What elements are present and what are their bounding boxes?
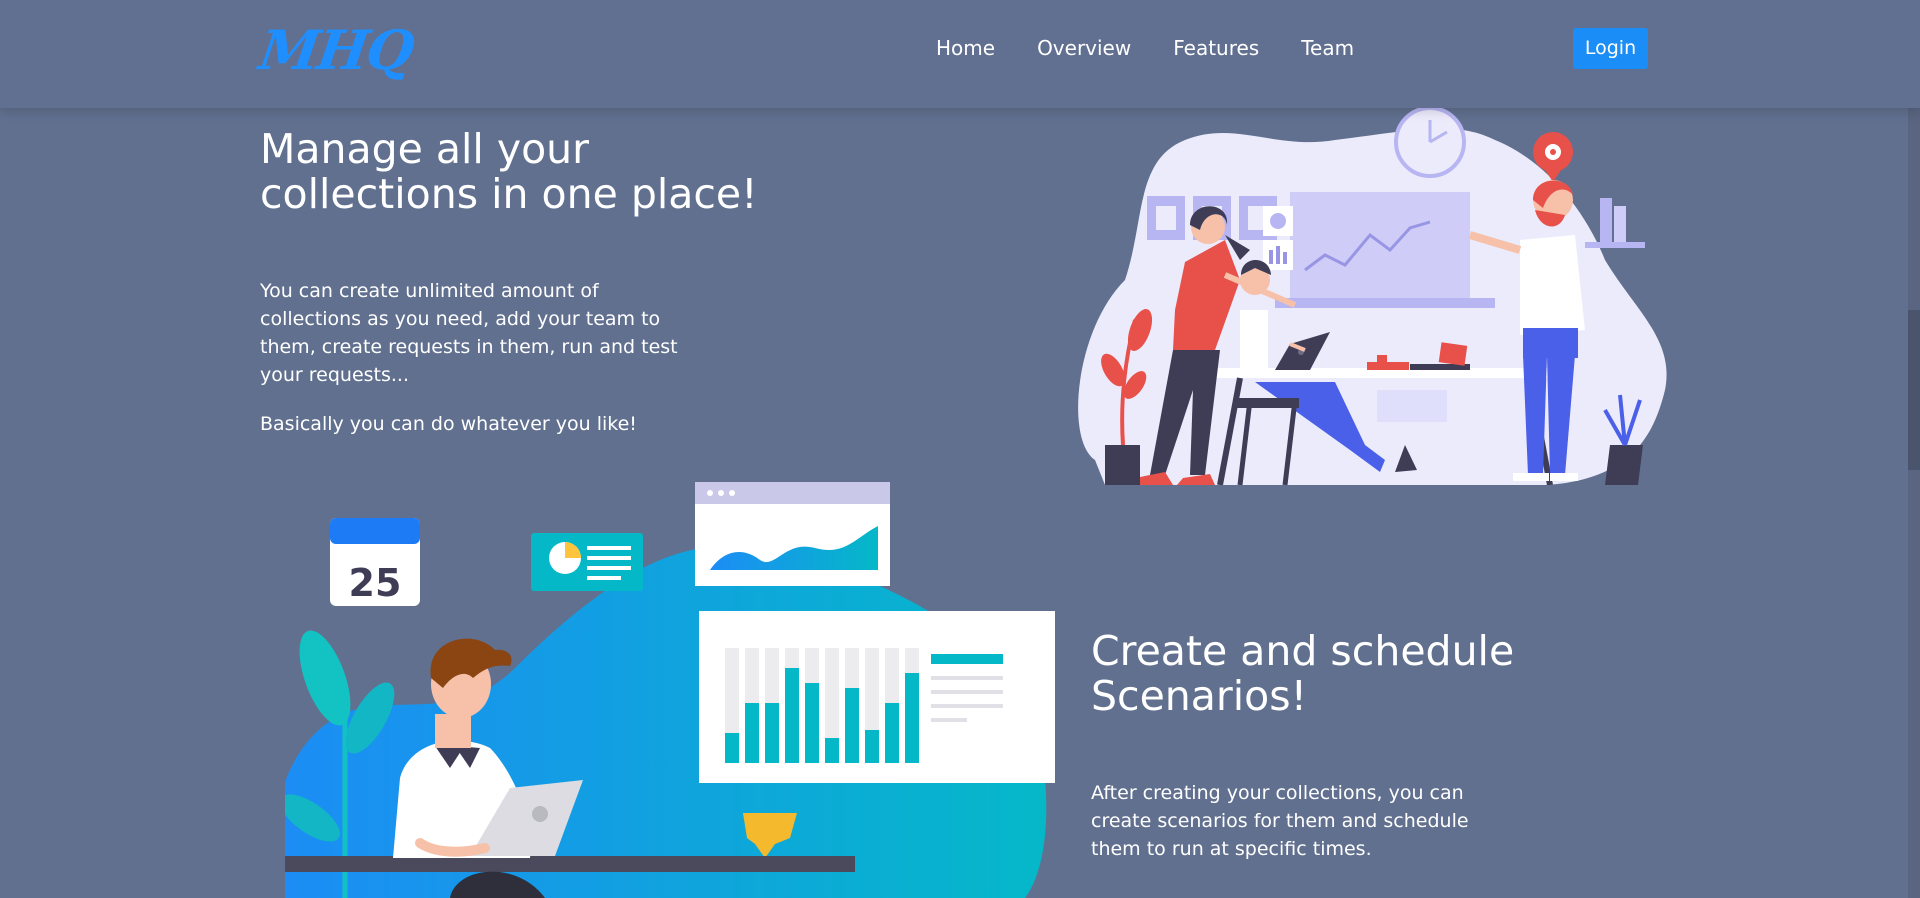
nav-overview[interactable]: Overview — [1037, 36, 1131, 60]
scrollbar-thumb[interactable] — [1908, 310, 1920, 470]
section2-title: Create and schedule Scenarios! — [1091, 627, 1515, 720]
section1-title: Manage all your collections in one place… — [260, 125, 758, 218]
brand-logo[interactable]: MHQ — [256, 18, 417, 82]
scheduling-analytics-illustration: 25 — [285, 482, 1055, 898]
nav-links: Home Overview Features Team — [936, 36, 1396, 60]
nav-features[interactable]: Features — [1173, 36, 1259, 60]
login-button[interactable]: Login — [1573, 28, 1648, 69]
section1-paragraph: You can create unlimited amount of colle… — [260, 280, 678, 386]
calendar-date-text: 25 — [349, 561, 402, 605]
team-collaboration-illustration — [1078, 106, 1667, 485]
nav-team[interactable]: Team — [1301, 36, 1354, 60]
section1-paragraph-secondary: Basically you can do whatever you like! — [260, 413, 637, 435]
section2-paragraph: After creating your collections, you can… — [1091, 782, 1469, 860]
navbar: MHQ Home Overview Features Team Login — [0, 0, 1920, 108]
nav-home[interactable]: Home — [936, 36, 995, 60]
